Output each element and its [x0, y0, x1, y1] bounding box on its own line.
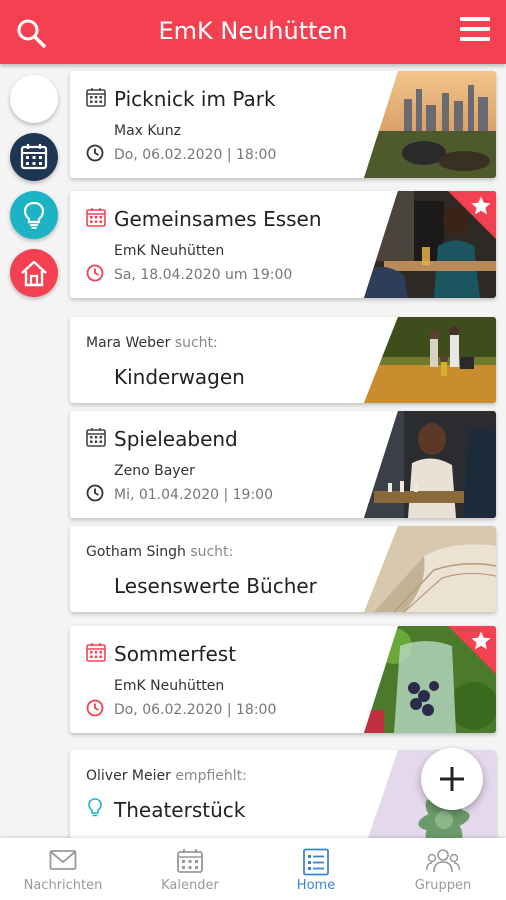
tab-label: Nachrichten: [23, 878, 103, 893]
calendar-icon: [86, 643, 106, 662]
event-title: Sommerfest: [114, 642, 237, 666]
tab-label: Gruppen: [414, 878, 472, 893]
event-datetime: Do, 06.02.2020 | 18:00: [114, 147, 277, 163]
lightbulb-icon: [88, 798, 102, 817]
author-name: Mara Weber: [86, 335, 171, 351]
side-button-calendar[interactable]: [10, 133, 58, 181]
tab-gruppen[interactable]: Gruppen: [380, 838, 506, 900]
event-card[interactable]: Sommerfest EmK Neuhütten Do, 06.02.2020 …: [70, 626, 496, 733]
recommend-item: Theaterstück: [114, 798, 246, 822]
recommend-verb: empfiehlt:: [175, 768, 247, 784]
clock-icon: [86, 699, 104, 717]
search-card[interactable]: Mara Weber sucht: Kinderwagen: [70, 317, 496, 403]
event-organizer: Zeno Bayer: [114, 463, 195, 479]
plus-icon: [440, 767, 464, 791]
event-datetime: Mi, 01.04.2020 | 19:00: [114, 487, 273, 503]
clock-icon: [86, 144, 104, 162]
calendar-icon: [177, 849, 203, 873]
tab-label: Home: [296, 878, 336, 893]
add-button[interactable]: [421, 748, 483, 810]
event-organizer: EmK Neuhütten: [114, 243, 225, 259]
search-card[interactable]: Gotham Singh sucht: Lesenswerte Bücher: [70, 526, 496, 612]
clock-icon: [86, 264, 104, 282]
event-title: Gemeinsames Essen: [114, 207, 322, 231]
event-organizer: Max Kunz: [114, 123, 181, 139]
event-card[interactable]: Picknick im Park Max Kunz Do, 06.02.2020…: [70, 71, 496, 178]
event-title: Spieleabend: [114, 427, 238, 451]
calendar-icon: [86, 208, 106, 227]
tab-kalender[interactable]: Kalender: [127, 838, 253, 900]
tab-nachrichten[interactable]: Nachrichten: [0, 838, 126, 900]
bottom-navigation: Nachrichten Kalender Home Gruppen: [0, 838, 506, 900]
author-name: Oliver Meier: [86, 768, 171, 784]
side-button-blank[interactable]: [10, 75, 58, 123]
chess-photo: [364, 411, 496, 518]
star-icon: [471, 631, 491, 650]
tab-home[interactable]: Home: [253, 838, 379, 900]
app-header: EmK Neuhütten: [0, 0, 506, 64]
home-icon: [21, 260, 47, 287]
clock-icon: [86, 484, 104, 502]
search-author-line: Gotham Singh sucht:: [86, 544, 233, 560]
recommend-author-line: Oliver Meier empfiehlt:: [86, 768, 247, 784]
author-name: Gotham Singh: [86, 544, 186, 560]
star-icon: [471, 196, 491, 215]
group-icon: [426, 849, 460, 873]
search-verb: sucht:: [174, 335, 218, 351]
tab-label: Kalender: [161, 878, 219, 893]
menu-icon[interactable]: [460, 16, 490, 42]
event-datetime: Do, 06.02.2020 | 18:00: [114, 702, 277, 718]
event-card[interactable]: Gemeinsames Essen EmK Neuhütten Sa, 18.0…: [70, 191, 496, 298]
family-walk-photo: [364, 317, 496, 403]
calendar-icon: [86, 88, 106, 107]
calendar-icon: [86, 428, 106, 447]
search-item: Lesenswerte Bücher: [114, 574, 317, 598]
side-button-home[interactable]: [10, 249, 58, 297]
search-verb: sucht:: [190, 544, 234, 560]
event-title: Picknick im Park: [114, 87, 276, 111]
event-datetime: Sa, 18.04.2020 um 19:00: [114, 267, 293, 283]
search-author-line: Mara Weber sucht:: [86, 335, 218, 351]
mail-icon: [49, 850, 77, 870]
event-card[interactable]: Spieleabend Zeno Bayer Mi, 01.04.2020 | …: [70, 411, 496, 518]
calendar-icon: [20, 144, 48, 170]
side-button-ideas[interactable]: [10, 191, 58, 239]
lightbulb-icon: [23, 201, 45, 229]
page-title: EmK Neuhütten: [158, 17, 348, 45]
park-skyline-photo: [364, 71, 496, 178]
search-item: Kinderwagen: [114, 365, 245, 389]
book-photo: [364, 526, 496, 612]
list-icon: [303, 848, 329, 876]
event-organizer: EmK Neuhütten: [114, 678, 225, 694]
